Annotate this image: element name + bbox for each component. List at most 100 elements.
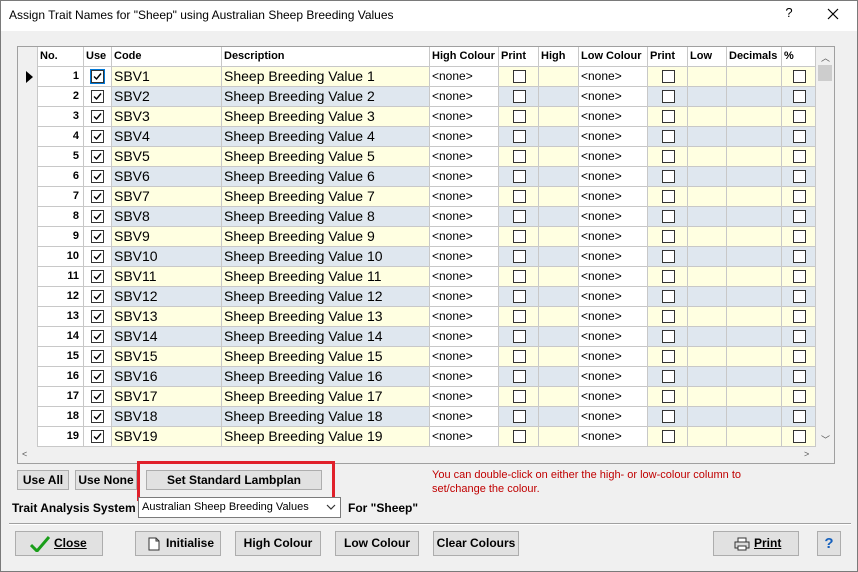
percent-checkbox-cell[interactable]	[782, 67, 816, 87]
high-colour-cell[interactable]: <none>	[430, 327, 499, 347]
high-colour-cell[interactable]: <none>	[430, 307, 499, 327]
print-checkbox[interactable]	[662, 350, 675, 363]
initialise-button[interactable]: Initialise	[135, 531, 221, 556]
percent-checkbox[interactable]	[793, 150, 806, 163]
use-checkbox[interactable]	[91, 150, 104, 163]
high-colour-cell[interactable]: <none>	[430, 247, 499, 267]
percent-checkbox[interactable]	[793, 330, 806, 343]
percent-checkbox[interactable]	[793, 310, 806, 323]
print-checkbox-cell[interactable]	[499, 427, 539, 447]
print-checkbox[interactable]	[662, 130, 675, 143]
high-colour-cell[interactable]: <none>	[430, 407, 499, 427]
print-checkbox[interactable]	[513, 370, 526, 383]
print-checkbox[interactable]	[662, 290, 675, 303]
code-cell[interactable]: SBV8	[112, 207, 222, 227]
print-checkbox-cell[interactable]	[648, 387, 688, 407]
low-colour-cell[interactable]: <none>	[579, 127, 648, 147]
print-checkbox[interactable]	[513, 350, 526, 363]
percent-checkbox-cell[interactable]	[782, 207, 816, 227]
decimals-cell[interactable]	[727, 107, 782, 127]
use-checkbox-cell[interactable]	[84, 207, 112, 227]
code-cell[interactable]: SBV14	[112, 327, 222, 347]
low-cell[interactable]	[688, 327, 727, 347]
low-colour-cell[interactable]: <none>	[579, 87, 648, 107]
print-checkbox[interactable]	[513, 270, 526, 283]
print-checkbox[interactable]	[662, 190, 675, 203]
code-cell[interactable]: SBV3	[112, 107, 222, 127]
print-checkbox[interactable]	[513, 310, 526, 323]
low-cell[interactable]	[688, 147, 727, 167]
high-cell[interactable]	[539, 167, 579, 187]
decimals-cell[interactable]	[727, 67, 782, 87]
print-checkbox[interactable]	[513, 190, 526, 203]
decimals-cell[interactable]	[727, 227, 782, 247]
description-cell[interactable]: Sheep Breeding Value 4	[222, 127, 430, 147]
low-cell[interactable]	[688, 387, 727, 407]
high-colour-cell[interactable]: <none>	[430, 187, 499, 207]
print-checkbox[interactable]	[513, 430, 526, 443]
column-header[interactable]: No.	[38, 47, 84, 67]
print-checkbox-cell[interactable]	[648, 327, 688, 347]
percent-checkbox-cell[interactable]	[782, 327, 816, 347]
decimals-cell[interactable]	[727, 307, 782, 327]
column-header[interactable]: Code	[112, 47, 222, 67]
code-cell[interactable]: SBV9	[112, 227, 222, 247]
decimals-cell[interactable]	[727, 327, 782, 347]
use-checkbox-cell[interactable]	[84, 387, 112, 407]
print-checkbox[interactable]	[513, 230, 526, 243]
print-checkbox-cell[interactable]	[499, 287, 539, 307]
scroll-right-icon[interactable]: >	[804, 449, 809, 459]
high-cell[interactable]	[539, 127, 579, 147]
print-checkbox[interactable]	[662, 150, 675, 163]
use-checkbox-cell[interactable]	[84, 247, 112, 267]
print-checkbox-cell[interactable]	[499, 367, 539, 387]
decimals-cell[interactable]	[727, 267, 782, 287]
low-cell[interactable]	[688, 307, 727, 327]
print-checkbox-cell[interactable]	[499, 147, 539, 167]
print-checkbox[interactable]	[513, 130, 526, 143]
use-checkbox[interactable]	[91, 130, 104, 143]
column-header[interactable]: Use	[84, 47, 112, 67]
print-checkbox[interactable]	[513, 250, 526, 263]
use-checkbox-cell[interactable]	[84, 127, 112, 147]
use-checkbox[interactable]	[91, 90, 104, 103]
percent-checkbox-cell[interactable]	[782, 127, 816, 147]
description-cell[interactable]: Sheep Breeding Value 14	[222, 327, 430, 347]
use-all-button[interactable]: Use All	[17, 470, 69, 490]
high-colour-cell[interactable]: <none>	[430, 427, 499, 447]
use-checkbox-cell[interactable]	[84, 367, 112, 387]
description-cell[interactable]: Sheep Breeding Value 8	[222, 207, 430, 227]
print-checkbox-cell[interactable]	[648, 127, 688, 147]
description-cell[interactable]: Sheep Breeding Value 7	[222, 187, 430, 207]
percent-checkbox[interactable]	[793, 390, 806, 403]
print-checkbox[interactable]	[662, 250, 675, 263]
print-checkbox-cell[interactable]	[499, 407, 539, 427]
use-checkbox-cell[interactable]	[84, 327, 112, 347]
decimals-cell[interactable]	[727, 387, 782, 407]
print-checkbox[interactable]	[662, 90, 675, 103]
percent-checkbox-cell[interactable]	[782, 267, 816, 287]
percent-checkbox-cell[interactable]	[782, 407, 816, 427]
description-cell[interactable]: Sheep Breeding Value 12	[222, 287, 430, 307]
print-checkbox-cell[interactable]	[499, 327, 539, 347]
low-colour-cell[interactable]: <none>	[579, 147, 648, 167]
code-cell[interactable]: SBV15	[112, 347, 222, 367]
print-checkbox[interactable]	[513, 290, 526, 303]
high-colour-cell[interactable]: <none>	[430, 127, 499, 147]
print-checkbox-cell[interactable]	[648, 247, 688, 267]
description-cell[interactable]: Sheep Breeding Value 3	[222, 107, 430, 127]
print-checkbox-cell[interactable]	[648, 87, 688, 107]
use-checkbox[interactable]	[91, 210, 104, 223]
percent-checkbox-cell[interactable]	[782, 247, 816, 267]
low-colour-cell[interactable]: <none>	[579, 187, 648, 207]
print-checkbox-cell[interactable]	[499, 67, 539, 87]
scroll-left-icon[interactable]: <	[22, 449, 27, 459]
use-checkbox[interactable]	[91, 290, 104, 303]
use-checkbox[interactable]	[91, 170, 104, 183]
decimals-cell[interactable]	[727, 147, 782, 167]
percent-checkbox-cell[interactable]	[782, 307, 816, 327]
use-checkbox[interactable]	[91, 110, 104, 123]
use-checkbox-cell[interactable]	[84, 227, 112, 247]
print-checkbox[interactable]	[662, 330, 675, 343]
print-checkbox-cell[interactable]	[499, 107, 539, 127]
